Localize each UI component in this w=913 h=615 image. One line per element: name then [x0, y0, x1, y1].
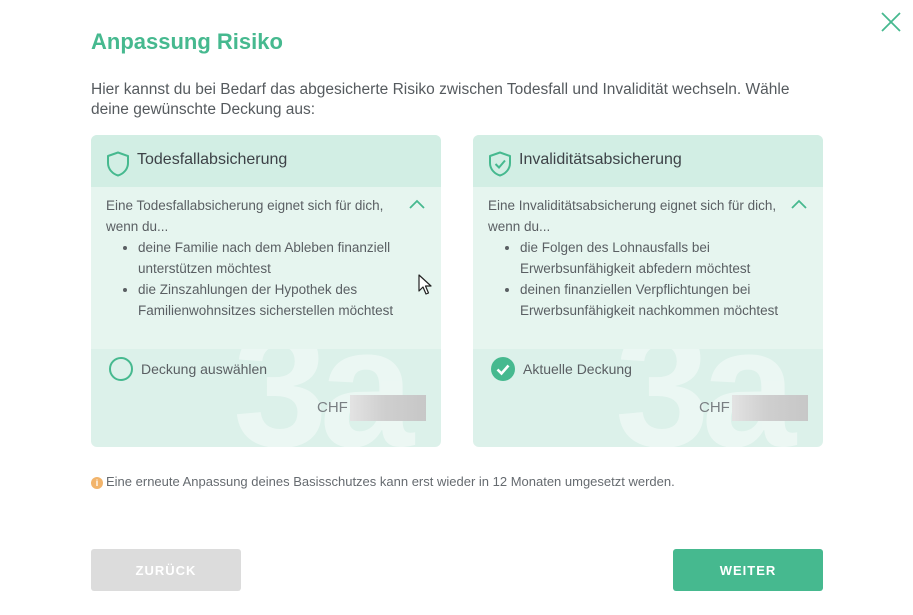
- masked-amount: [732, 395, 808, 421]
- select-label[interactable]: Aktuelle Deckung: [523, 361, 632, 377]
- close-icon[interactable]: [880, 11, 902, 33]
- chevron-up-icon[interactable]: [789, 197, 809, 211]
- back-button[interactable]: ZURÜCK: [91, 549, 241, 591]
- info-text: Eine erneute Anpassung deines Basisschut…: [106, 474, 675, 489]
- card-bullet-list: deine Familie nach dem Ableben finanziel…: [106, 237, 398, 321]
- coverage-card-death[interactable]: 3a Todesfallabsicherung Eine Todesfallab…: [91, 135, 441, 447]
- mouse-cursor-icon: [418, 274, 432, 295]
- card-header: Todesfallabsicherung: [91, 135, 441, 187]
- list-item: die Zinszahlungen der Hypothek des Famil…: [138, 279, 398, 321]
- check-circle-icon[interactable]: [491, 357, 515, 381]
- currency-label: CHF: [317, 399, 348, 416]
- card-details: Eine Todesfallabsicherung eignet sich fü…: [91, 187, 441, 349]
- card-title: Todesfallabsicherung: [137, 151, 288, 168]
- dialog-title: Anpassung Risiko: [91, 29, 283, 54]
- next-button[interactable]: WEITER: [673, 549, 823, 591]
- card-intro: Eine Todesfallabsicherung eignet sich fü…: [106, 198, 384, 234]
- list-item: deine Familie nach dem Ableben finanziel…: [138, 237, 398, 279]
- list-item: deinen finanziellen Verpflichtungen bei …: [520, 279, 780, 321]
- card-header: Invaliditätsabsicherung: [473, 135, 823, 187]
- info-notice: i Eine erneute Anpassung deines Basisschu…: [91, 474, 675, 489]
- list-item: die Folgen des Lohnausfalls bei Erwerbsu…: [520, 237, 780, 279]
- shield-check-icon: [489, 151, 511, 177]
- select-label[interactable]: Deckung auswählen: [141, 361, 267, 377]
- masked-amount: [350, 395, 426, 421]
- radio-button[interactable]: [109, 357, 133, 381]
- coverage-card-disability[interactable]: 3a Invaliditätsabsicherung Eine Invalidi…: [473, 135, 823, 447]
- card-title: Invaliditätsabsicherung: [519, 151, 682, 168]
- currency-label: CHF: [699, 399, 730, 416]
- info-icon: i: [91, 477, 103, 489]
- card-details: Eine Invaliditätsabsicherung eignet sich…: [473, 187, 823, 349]
- chevron-up-icon[interactable]: [407, 197, 427, 211]
- shield-icon: [107, 151, 129, 177]
- card-bullet-list: die Folgen des Lohnausfalls bei Erwerbsu…: [488, 237, 780, 321]
- card-intro: Eine Invaliditätsabsicherung eignet sich…: [488, 198, 777, 234]
- dialog-intro: Hier kannst du bei Bedarf das abgesicher…: [91, 81, 790, 118]
